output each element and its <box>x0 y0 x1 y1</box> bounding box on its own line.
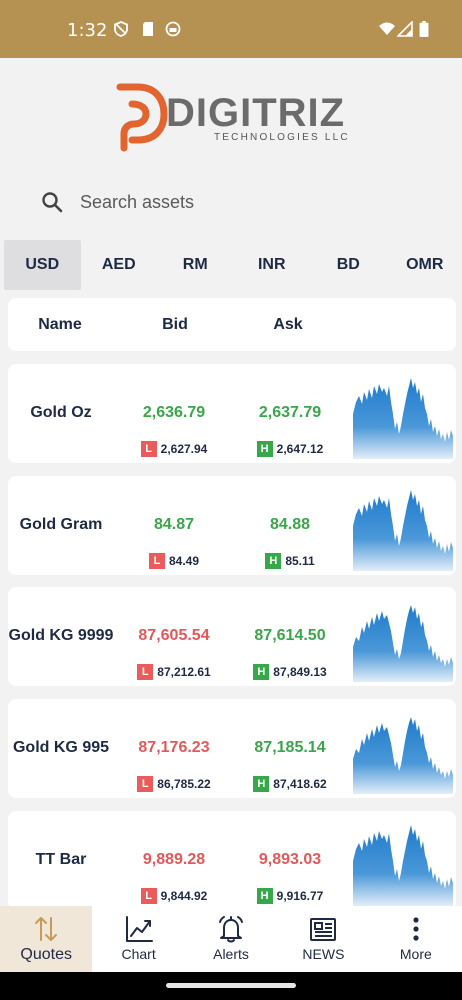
high-value: 87,849.13 <box>273 665 327 679</box>
bid-price: 9,889.28 <box>142 851 206 868</box>
battery-icon <box>419 21 429 37</box>
high-price: H 87,418.62 <box>230 776 350 792</box>
brand-tagline: TECHNOLOGIES LLC <box>214 132 350 143</box>
low-price: L 86,785.22 <box>114 776 234 792</box>
column-header-name: Name <box>38 316 82 333</box>
quote-row-gold-kg-9999[interactable]: Gold KG 9999 87,605.54 87,614.50 L 87,212… <box>8 587 456 686</box>
ask-price: 9,893.03 <box>258 851 322 868</box>
signal-icon <box>397 21 413 37</box>
high-value: 87,418.62 <box>273 777 327 791</box>
high-badge: H <box>256 888 273 904</box>
ask-price: 87,614.50 <box>254 627 326 644</box>
low-value: 9,844.92 <box>160 889 208 903</box>
low-price: L 9,844.92 <box>114 888 234 904</box>
bell-icon <box>219 916 244 943</box>
sim-card-icon <box>143 22 153 36</box>
search-icon <box>42 192 63 213</box>
tab-usd[interactable]: USD <box>4 240 81 290</box>
high-badge: H <box>265 553 282 569</box>
bid-price: 84.87 <box>153 516 195 533</box>
sparkline-chart[interactable] <box>353 821 453 906</box>
more-vertical-icon <box>413 917 419 941</box>
quote-row-gold-oz[interactable]: Gold Oz 2,636.79 2,637.79 L 2,627.94 H 2,6… <box>8 364 456 463</box>
status-time: 1:32 <box>67 20 108 41</box>
nav-alerts[interactable]: Alerts <box>185 906 277 972</box>
nav-label: NEWS <box>302 946 345 962</box>
wifi-icon <box>379 22 395 35</box>
high-price: H 85.11 <box>230 553 350 569</box>
high-badge: H <box>256 441 273 457</box>
brand-name: DIGITRIZ <box>166 91 345 135</box>
column-header-ask: Ask <box>273 316 303 333</box>
nav-label: Alerts <box>213 946 249 962</box>
ask-price: 84.88 <box>269 516 311 533</box>
nav-more[interactable]: More <box>370 906 462 972</box>
low-price: L 84.49 <box>114 553 234 569</box>
low-badge: L <box>140 441 157 457</box>
low-price: L 2,627.94 <box>114 441 234 457</box>
search-input[interactable] <box>80 186 410 218</box>
low-value: 87,212.61 <box>157 665 211 679</box>
low-value: 86,785.22 <box>157 777 211 791</box>
nav-chart[interactable]: Chart <box>92 906 184 972</box>
quote-row-tt-bar[interactable]: TT Bar 9,889.28 9,893.03 L 9,844.92 H 9,91… <box>8 811 456 910</box>
app-notification-icon <box>165 21 181 37</box>
asset-name: TT Bar <box>35 851 87 868</box>
high-value: 2,647.12 <box>276 442 324 456</box>
nav-label: Chart <box>121 946 156 962</box>
system-gesture-bar <box>0 972 462 1000</box>
quotes-table-header: Name Bid Ask <box>8 298 456 351</box>
nav-label: More <box>399 946 432 962</box>
column-header-bid: Bid <box>162 316 188 333</box>
sparkline-chart[interactable] <box>353 597 453 682</box>
sort-arrows-icon <box>35 917 58 941</box>
sparkline-chart[interactable] <box>353 709 453 794</box>
tab-aed[interactable]: AED <box>81 240 158 290</box>
newspaper-icon <box>310 918 337 941</box>
tab-rm[interactable]: RM <box>157 240 234 290</box>
tab-omr[interactable]: OMR <box>387 240 462 290</box>
asset-name: Gold Oz <box>30 404 92 421</box>
nav-label: Quotes <box>20 946 72 963</box>
sparkline-chart[interactable] <box>353 374 453 459</box>
asset-name: Gold KG 995 <box>12 739 110 756</box>
home-gesture-handle[interactable] <box>166 983 296 988</box>
nav-news[interactable]: NEWS <box>277 906 369 972</box>
nav-quotes[interactable]: Quotes <box>0 906 93 972</box>
search-bar[interactable] <box>30 178 430 226</box>
digitriz-logo: DIGITRIZ TECHNOLOGIES LLC <box>116 83 350 152</box>
tab-inr[interactable]: INR <box>234 240 311 290</box>
low-badge: L <box>137 664 154 680</box>
bid-price: 87,605.54 <box>138 627 210 644</box>
ask-price: 87,185.14 <box>254 739 326 756</box>
currency-tabs: USD AED RM INR BD OMR <box>4 240 462 290</box>
low-value: 84.49 <box>168 554 200 568</box>
shield-icon <box>114 21 128 37</box>
asset-name: Gold KG 9999 <box>8 627 114 644</box>
bottom-navigation: Quotes Chart Alerts NEWS More <box>0 906 462 972</box>
asset-name: Gold Gram <box>19 516 103 533</box>
low-price: L 87,212.61 <box>114 664 234 680</box>
high-badge: H <box>253 776 270 792</box>
sparkline-chart[interactable] <box>353 486 453 571</box>
high-price: H 9,916.77 <box>230 888 350 904</box>
tab-bd[interactable]: BD <box>310 240 387 290</box>
quote-row-gold-kg-995[interactable]: Gold KG 995 87,176.23 87,185.14 L 86,785.… <box>8 699 456 798</box>
bid-price: 87,176.23 <box>138 739 210 756</box>
high-price: H 2,647.12 <box>230 441 350 457</box>
high-value: 9,916.77 <box>276 889 324 903</box>
high-badge: H <box>253 664 270 680</box>
status-bar: 1:32 <box>0 0 462 58</box>
quote-row-gold-gram[interactable]: Gold Gram 84.87 84.88 L 84.49 H 85.11 <box>8 476 456 575</box>
chart-icon <box>125 916 153 942</box>
low-badge: L <box>148 553 165 569</box>
low-value: 2,627.94 <box>160 442 208 456</box>
bid-price: 2,636.79 <box>142 404 206 421</box>
low-badge: L <box>140 888 157 904</box>
low-badge: L <box>137 776 154 792</box>
high-price: H 87,849.13 <box>230 664 350 680</box>
high-value: 85.11 <box>285 554 315 568</box>
ask-price: 2,637.79 <box>258 404 322 421</box>
